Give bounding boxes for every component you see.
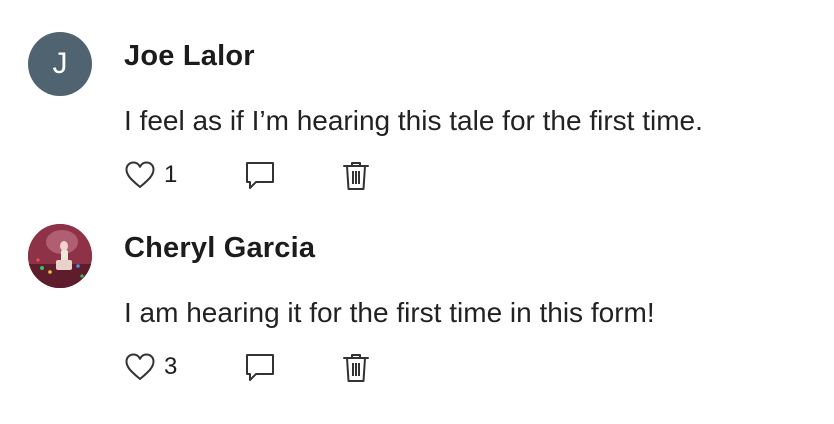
reply-button[interactable] bbox=[244, 160, 276, 192]
comment-text: I feel as if I’m hearing this tale for t… bbox=[124, 105, 703, 136]
like-button[interactable]: 1 bbox=[124, 160, 177, 190]
like-count: 1 bbox=[164, 161, 178, 188]
trash-icon bbox=[341, 160, 371, 192]
avatar-photo bbox=[28, 224, 92, 288]
avatar[interactable] bbox=[28, 224, 92, 288]
heart-icon bbox=[124, 160, 156, 190]
comment-author[interactable]: Joe Lalor bbox=[124, 40, 255, 73]
comment-actions: 1 bbox=[124, 160, 384, 196]
like-count: 3 bbox=[164, 353, 178, 380]
reply-button[interactable] bbox=[244, 352, 276, 384]
avatar-letter: J bbox=[52, 47, 68, 80]
heart-icon bbox=[124, 352, 156, 382]
speech-bubble-icon bbox=[244, 160, 276, 192]
comment-actions: 3 bbox=[124, 352, 384, 388]
like-button[interactable]: 3 bbox=[124, 352, 177, 382]
speech-bubble-icon bbox=[244, 352, 276, 384]
avatar[interactable]: J bbox=[28, 32, 92, 96]
delete-button[interactable] bbox=[341, 352, 371, 384]
trash-icon bbox=[341, 352, 371, 384]
delete-button[interactable] bbox=[341, 160, 371, 192]
comment-text: I am hearing it for the first time in th… bbox=[124, 297, 655, 328]
comment-author[interactable]: Cheryl Garcia bbox=[124, 232, 315, 265]
